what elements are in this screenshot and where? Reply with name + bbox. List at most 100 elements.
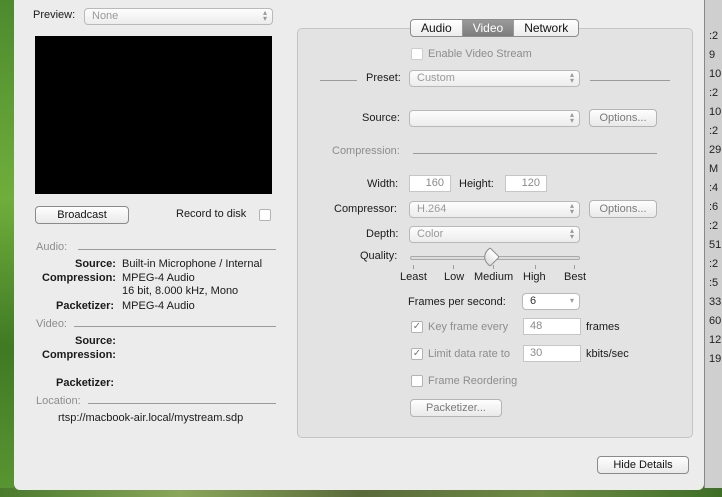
tab-network[interactable]: Network bbox=[514, 20, 578, 36]
quality-tick-label: Least bbox=[400, 271, 427, 283]
audio-compression-detail: 16 bit, 8.000 kHz, Mono bbox=[122, 285, 239, 297]
background-text: :5 bbox=[709, 277, 719, 289]
divider bbox=[413, 153, 657, 154]
limit-rate-unit: kbits/sec bbox=[586, 348, 629, 360]
tab-video[interactable]: Video bbox=[462, 20, 515, 36]
depth-label: Depth: bbox=[366, 228, 399, 240]
preview-value: None bbox=[92, 10, 119, 22]
record-to-disk-checkbox[interactable] bbox=[259, 209, 271, 221]
fps-combo[interactable]: 6 ▾ bbox=[522, 293, 580, 310]
depth-popup[interactable]: Color ▴ ▾ bbox=[409, 226, 580, 243]
compressor-popup[interactable]: H.264 ▴ ▾ bbox=[409, 201, 580, 218]
key-frame-checkbox[interactable]: ✓ bbox=[411, 321, 423, 333]
background-text: :2 bbox=[709, 220, 719, 232]
background-text: :6 bbox=[709, 201, 719, 213]
compressor-label: Compressor: bbox=[334, 203, 397, 215]
popup-arrows-icon: ▴ ▾ bbox=[569, 110, 574, 125]
background-text: :2 bbox=[709, 125, 719, 137]
background-window-edge: :2 9 10:2 10:2 29 M:4:6:2 51:2:5 33 60 12 19 bbox=[704, 0, 722, 497]
source-popup[interactable]: ▴ ▾ bbox=[409, 110, 580, 127]
background-text: :4 bbox=[709, 182, 719, 194]
divider bbox=[320, 80, 357, 81]
background-text: 60 bbox=[709, 315, 722, 327]
depth-value: Color bbox=[417, 228, 444, 240]
preset-value: Custom bbox=[417, 72, 455, 84]
popup-arrows-icon: ▴ ▾ bbox=[262, 8, 267, 23]
background-text: :2 bbox=[709, 87, 719, 99]
key-frame-field[interactable]: 48 bbox=[523, 318, 581, 335]
divider bbox=[78, 249, 276, 250]
fps-label: Frames per second: bbox=[408, 296, 506, 308]
popup-arrows-icon: ▴ ▾ bbox=[569, 226, 574, 241]
source-options-button[interactable]: Options... bbox=[589, 109, 657, 127]
fps-value: 6 bbox=[530, 295, 537, 307]
quality-tick-label: Best bbox=[564, 271, 587, 283]
video-packetizer-label: Packetizer: bbox=[56, 377, 115, 389]
video-preview-area bbox=[35, 36, 272, 194]
popup-arrows-icon: ▴ ▾ bbox=[569, 201, 574, 216]
quality-tick-label: High bbox=[523, 271, 546, 283]
quality-tick-mark bbox=[413, 265, 414, 269]
quality-tick-mark bbox=[453, 265, 454, 269]
background-text: 51 bbox=[709, 239, 722, 251]
preview-popup[interactable]: None ▴ ▾ bbox=[84, 8, 273, 25]
quality-tick-label: Medium bbox=[474, 271, 514, 283]
compressor-options-button[interactable]: Options... bbox=[589, 200, 657, 218]
audio-compression-value: MPEG-4 Audio bbox=[122, 272, 195, 284]
background-text: 10 bbox=[709, 106, 722, 118]
settings-tabs: Audio Video Network bbox=[410, 19, 580, 37]
audio-source-label: Source: bbox=[75, 258, 116, 270]
width-label: Width: bbox=[367, 178, 399, 190]
record-to-disk-label: Record to disk bbox=[176, 208, 247, 220]
background-text: 10 bbox=[709, 68, 722, 80]
preview-label: Preview: bbox=[33, 9, 76, 21]
quality-tick-mark bbox=[535, 265, 536, 269]
width-field[interactable]: 160 bbox=[409, 175, 451, 192]
location-header: Location: bbox=[36, 395, 81, 407]
quality-label: Quality: bbox=[360, 250, 398, 262]
preset-popup[interactable]: Custom ▴ ▾ bbox=[409, 70, 580, 87]
key-frame-unit: frames bbox=[586, 321, 620, 333]
enable-video-label: Enable Video Stream bbox=[428, 48, 532, 60]
limit-rate-field[interactable]: 30 bbox=[523, 345, 581, 362]
key-frame-label: Key frame every bbox=[428, 321, 509, 333]
frame-reordering-label: Frame Reordering bbox=[428, 375, 518, 387]
enable-video-checkbox[interactable] bbox=[411, 48, 423, 60]
background-text: 33 bbox=[709, 296, 722, 308]
broadcast-button[interactable]: Broadcast bbox=[35, 206, 129, 224]
height-label: Height: bbox=[459, 178, 494, 190]
divider bbox=[74, 326, 276, 327]
video-source-label: Source: bbox=[75, 335, 116, 347]
background-text: M bbox=[709, 163, 719, 175]
frame-reordering-checkbox[interactable] bbox=[411, 375, 423, 387]
background-text: 12 bbox=[709, 334, 722, 346]
packetizer-button[interactable]: Packetizer... bbox=[410, 399, 502, 417]
hide-details-button[interactable]: Hide Details bbox=[597, 456, 689, 474]
limit-rate-checkbox[interactable]: ✓ bbox=[411, 348, 423, 360]
quality-tick-mark bbox=[493, 265, 494, 269]
background-text: :2 bbox=[709, 258, 719, 270]
preset-label: Preset: bbox=[366, 72, 401, 84]
combo-arrow-icon: ▾ bbox=[569, 296, 574, 305]
stream-url: rtsp://macbook-air.local/mystream.sdp bbox=[58, 412, 244, 424]
limit-rate-label: Limit data rate to bbox=[428, 348, 510, 360]
divider bbox=[88, 403, 276, 404]
quality-tick-mark bbox=[574, 265, 575, 269]
audio-source-value: Built-in Microphone / Internal bbox=[122, 258, 263, 270]
popup-arrows-icon: ▴ ▾ bbox=[569, 70, 574, 85]
audio-compression-label: Compression: bbox=[42, 272, 116, 284]
video-section-header: Video: bbox=[36, 318, 67, 330]
audio-packetizer-label: Packetizer: bbox=[56, 300, 115, 312]
audio-section-header: Audio: bbox=[36, 241, 68, 253]
video-compression-label: Compression: bbox=[42, 349, 116, 361]
compressor-value: H.264 bbox=[417, 203, 447, 215]
background-text: :2 bbox=[709, 30, 719, 42]
source-label: Source: bbox=[362, 112, 400, 124]
audio-packetizer-value: MPEG-4 Audio bbox=[122, 300, 195, 312]
quality-tick-label: Low bbox=[444, 271, 465, 283]
height-field[interactable]: 120 bbox=[505, 175, 547, 192]
background-text: 9 bbox=[709, 49, 716, 61]
desktop-background-left bbox=[0, 0, 14, 497]
tab-audio[interactable]: Audio bbox=[411, 20, 463, 36]
compression-header: Compression: bbox=[332, 145, 400, 157]
